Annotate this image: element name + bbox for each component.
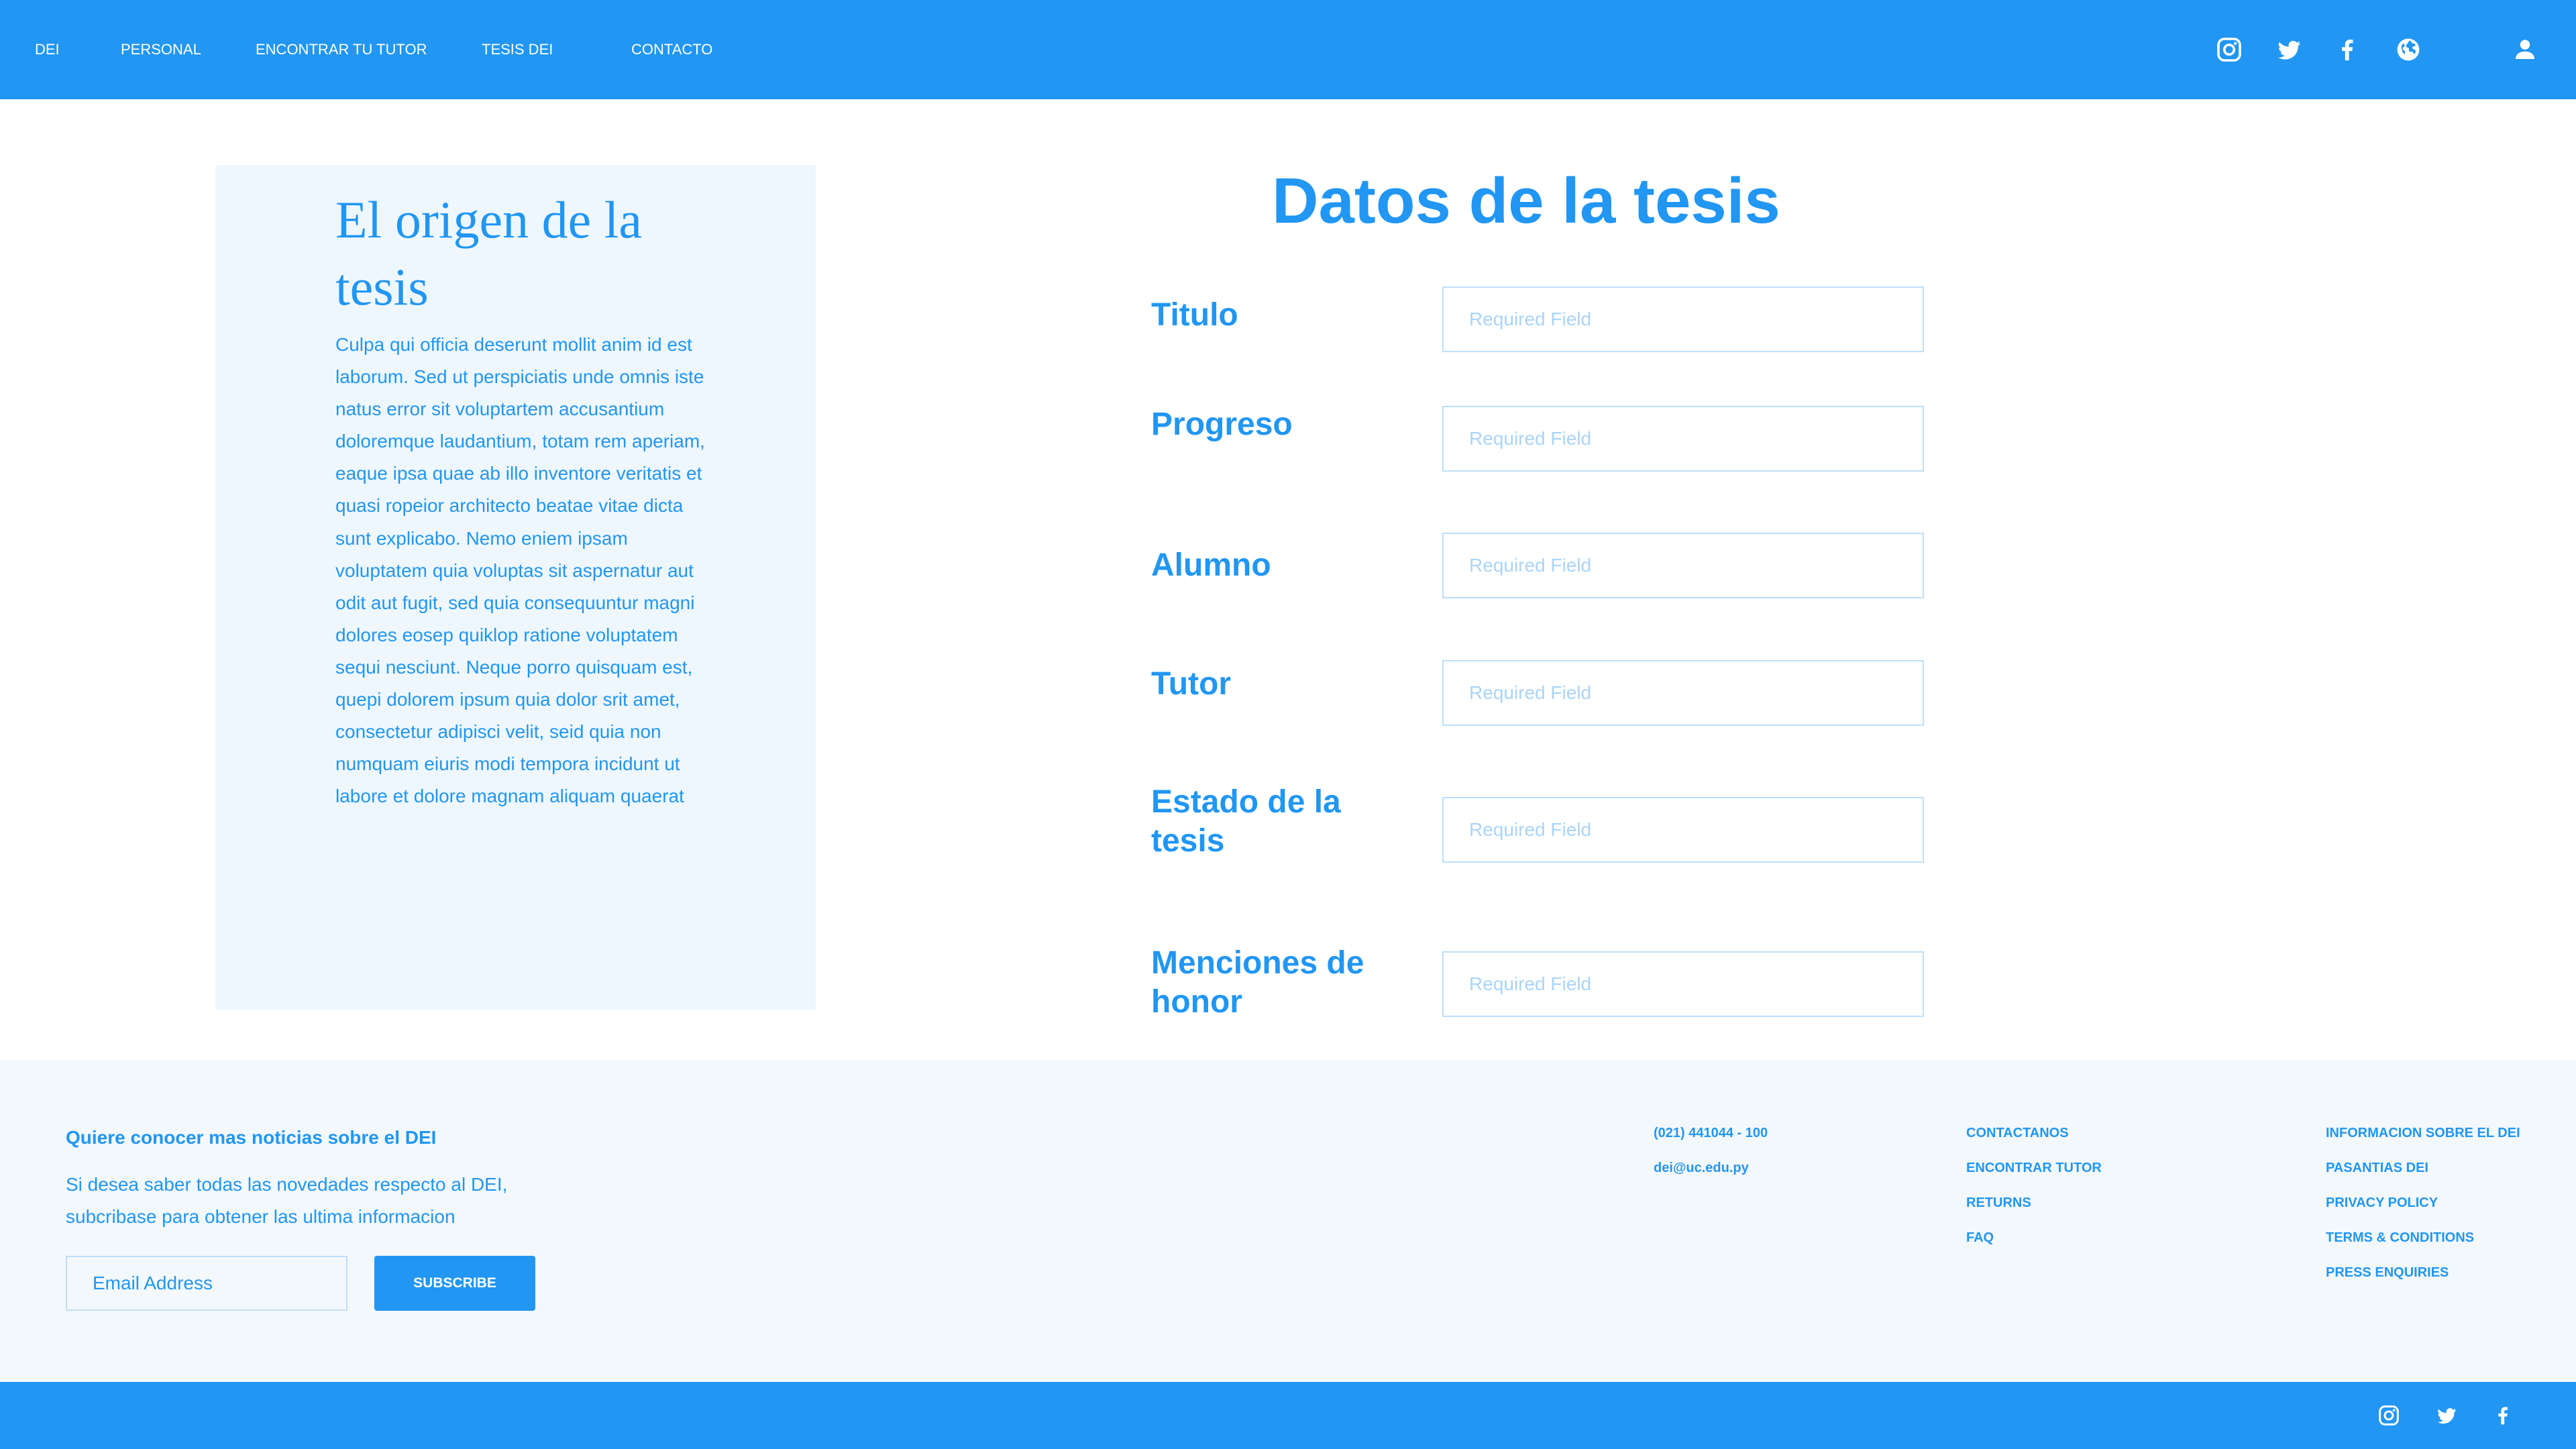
facebook-icon[interactable] (2331, 34, 2363, 66)
facebook-icon[interactable] (2489, 1402, 2516, 1429)
footer-link-pasantias[interactable]: PASANTIAS DEI (2326, 1161, 2428, 1176)
footer-link-informacion-dei[interactable]: INFORMACION SOBRE EL DEI (2326, 1126, 2520, 1141)
footer-link-terms[interactable]: TERMS & CONDITIONS (2326, 1230, 2474, 1246)
globe-icon[interactable] (2392, 34, 2424, 66)
nav-personal[interactable]: PERSONAL (121, 0, 201, 99)
label-progreso: Progreso (1151, 407, 1293, 442)
label-estado-tesis: Estado de la tesis (1151, 784, 1341, 859)
twitter-icon[interactable] (2273, 34, 2305, 66)
alumno-input[interactable] (1442, 533, 1924, 598)
footer-link-encontrar-tutor[interactable]: ENCONTRAR TUTOR (1966, 1161, 2102, 1176)
label-alumno: Alumno (1151, 547, 1271, 583)
footer: Quiere conocer mas noticias sobre el DEI… (0, 1060, 2576, 1382)
footer-phone[interactable]: (021) 441044 - 100 (1654, 1126, 1768, 1141)
footer-link-contactanos[interactable]: CONTACTANOS (1966, 1126, 2069, 1141)
newsletter-heading: Quiere conocer mas noticias sobre el DEI (66, 1127, 437, 1148)
nav-tesis-dei[interactable]: TESIS DEI (482, 0, 553, 99)
instagram-icon[interactable] (2213, 34, 2245, 66)
nav-dei[interactable]: DEI (35, 0, 60, 99)
user-icon[interactable] (2509, 34, 2541, 66)
email-address-input[interactable] (66, 1256, 347, 1311)
instagram-icon[interactable] (2375, 1402, 2402, 1429)
subscribe-button[interactable]: SUBSCRIBE (374, 1256, 535, 1311)
form-title: Datos de la tesis (1272, 165, 1780, 237)
menciones-honor-input[interactable] (1442, 951, 1924, 1017)
progreso-input[interactable] (1442, 406, 1924, 472)
bottom-social-bar (0, 1382, 2576, 1449)
panel-title: El origen de la tesis (335, 191, 642, 316)
nav-encontrar-tutor[interactable]: ENCONTRAR TU TUTOR (256, 0, 427, 99)
label-menciones-honor: Menciones de honor (1151, 945, 1364, 1020)
footer-link-press[interactable]: PRESS ENQUIRIES (2326, 1265, 2449, 1281)
newsletter-description: Si desea saber todas las novedades respe… (66, 1174, 508, 1227)
label-tutor: Tutor (1151, 666, 1232, 702)
titulo-input[interactable] (1442, 286, 1924, 352)
thesis-origin-panel: El origen de la tesis Culpa qui officia … (215, 165, 816, 1010)
footer-link-faq[interactable]: FAQ (1966, 1230, 1994, 1246)
footer-link-returns[interactable]: RETURNS (1966, 1195, 2031, 1211)
top-navigation-bar: DEI PERSONAL ENCONTRAR TU TUTOR TESIS DE… (0, 0, 2576, 99)
tutor-input[interactable] (1442, 660, 1924, 726)
estado-tesis-input[interactable] (1442, 797, 1924, 863)
nav-contacto[interactable]: CONTACTO (631, 0, 712, 99)
footer-email[interactable]: dei@uc.edu.py (1654, 1161, 1749, 1176)
label-titulo: Titulo (1151, 297, 1238, 333)
twitter-icon[interactable] (2433, 1402, 2460, 1429)
panel-body-text: Culpa qui officia deserunt mollit anim i… (335, 334, 705, 807)
footer-link-privacy-policy[interactable]: PRIVACY POLICY (2326, 1195, 2438, 1211)
